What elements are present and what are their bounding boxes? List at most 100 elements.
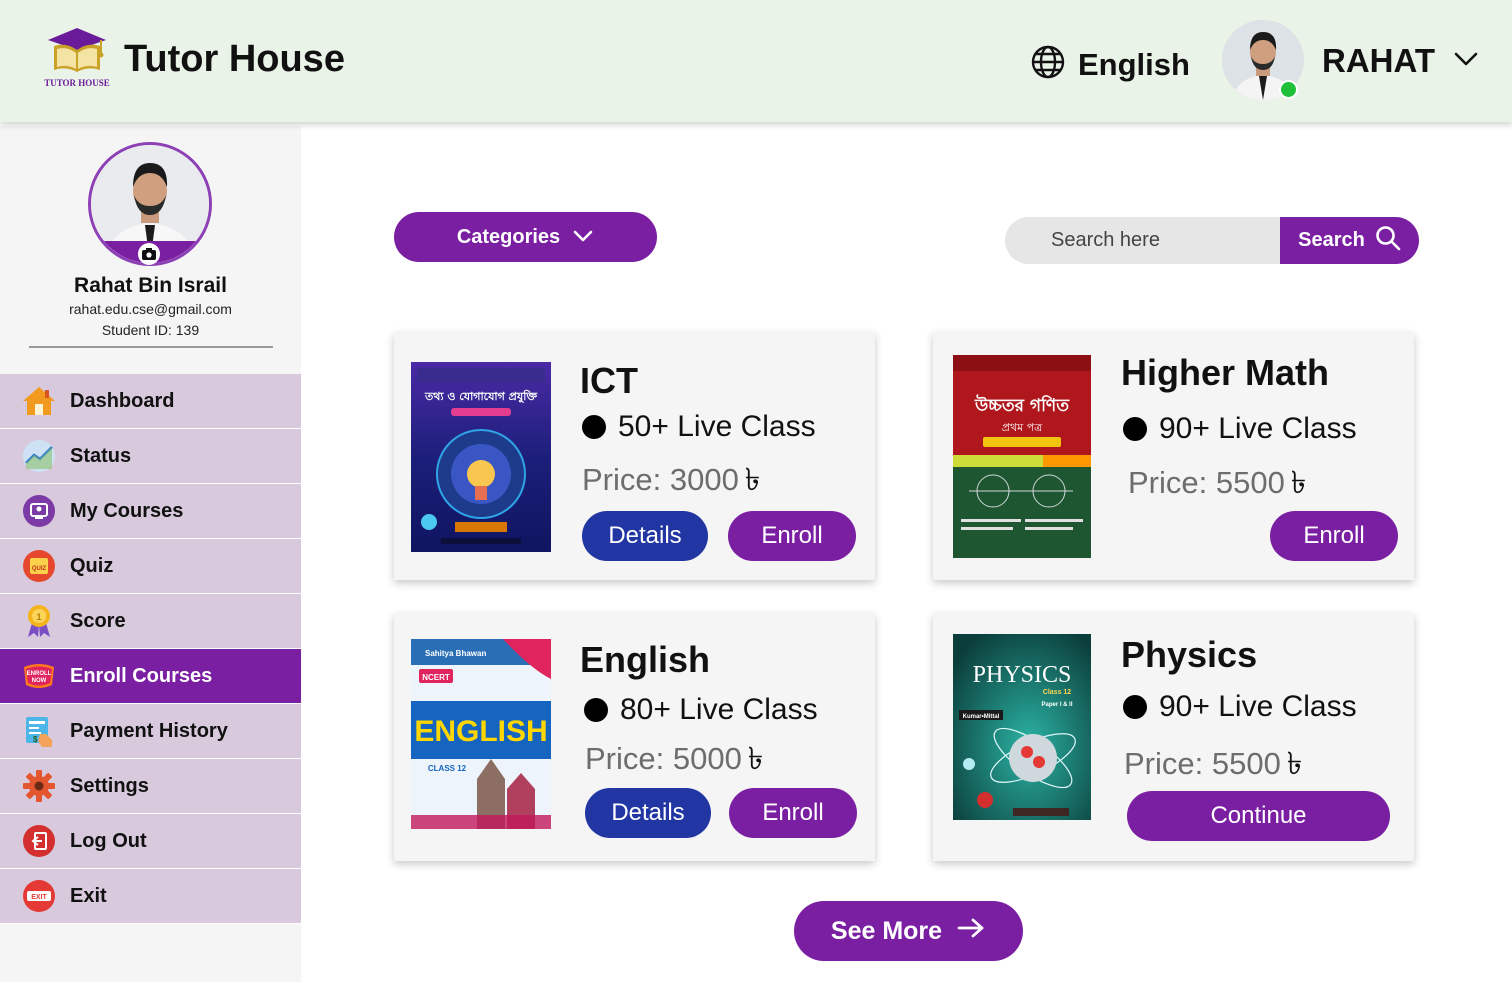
svg-text:CLASS 12: CLASS 12 <box>428 764 467 773</box>
svg-text:ENROLL: ENROLL <box>27 671 52 677</box>
price-label: Price: 5000 <box>585 741 742 776</box>
course-title: Physics <box>1121 634 1258 675</box>
details-button[interactable]: Details <box>582 511 708 561</box>
bullet-icon <box>1123 417 1147 441</box>
chevron-down-icon <box>572 226 594 249</box>
price-label: Price: 5500 <box>1124 746 1281 781</box>
course-price: Price: 5500 ৳ <box>1128 459 1306 511</box>
sidebar-item-dashboard[interactable]: Dashboard <box>0 374 301 429</box>
course-title: English <box>580 639 711 680</box>
user-menu[interactable]: RAHAT <box>1322 42 1479 80</box>
sidebar-item-label: Payment History <box>70 719 228 742</box>
svg-text:Kumar•Mittal: Kumar•Mittal <box>963 714 1000 720</box>
live-class-label: 50+ Live Class <box>618 410 816 443</box>
enroll-button[interactable]: Enroll <box>729 788 857 838</box>
exit-icon: EXIT <box>22 879 56 913</box>
sidebar-item-my-courses[interactable]: My Courses <box>0 484 301 539</box>
live-class-count: 80+ Live Class <box>584 693 818 727</box>
brand-title: Tutor House <box>124 38 345 80</box>
camera-icon[interactable] <box>138 243 160 265</box>
course-card-higher-math: উচ্চতর গণিত প্রথম পত্র Higher Math 90+ L… <box>933 332 1414 580</box>
svg-text:TUTOR HOUSE: TUTOR HOUSE <box>44 78 110 88</box>
sidebar-item-label: Dashboard <box>70 389 175 412</box>
user-name: RAHAT <box>1322 42 1436 79</box>
bullet-icon <box>1123 695 1147 719</box>
price-label: Price: 5500 <box>1128 465 1285 500</box>
bullet-icon <box>584 698 608 722</box>
course-title: ICT <box>580 360 638 401</box>
profile-divider <box>29 346 273 348</box>
language-selector[interactable]: English <box>1030 44 1190 85</box>
svg-text:প্রথম পত্র: প্রথম পত্র <box>1002 421 1043 434</box>
svg-text:1: 1 <box>36 612 41 622</box>
sidebar-item-score[interactable]: 1 Score <box>0 594 301 649</box>
enroll-button[interactable]: Enroll <box>728 511 856 561</box>
sidebar-item-payment-history[interactable]: $ Payment History <box>0 704 301 759</box>
medal-icon: 1 <box>22 604 56 638</box>
svg-text:Paper I & II: Paper I & II <box>1041 702 1072 708</box>
online-status-indicator <box>1279 80 1298 99</box>
currency-symbol: ৳ <box>1286 746 1303 781</box>
search-input[interactable] <box>1005 217 1295 264</box>
profile-name: Rahat Bin Israil <box>74 274 227 297</box>
english-book-cover: Sahitya Bhawan NCERT ENGLISH CLASS 12 <box>411 639 551 829</box>
sidebar-item-log-out[interactable]: Log Out <box>0 814 301 869</box>
sidebar-nav: Dashboard Status My Courses QUIZ Quiz 1 … <box>0 374 301 924</box>
currency-symbol: ৳ <box>744 462 761 497</box>
course-card-physics: PHYSICS Class 12 Paper I & II Kumar•Mitt… <box>933 613 1414 861</box>
svg-text:তথ্য ও যোগাযোগ প্রযুক্তি: তথ্য ও যোগাযোগ প্রযুক্তি <box>424 389 538 404</box>
see-more-label: See More <box>830 916 943 945</box>
course-price: Price: 5500 ৳ <box>1124 740 1302 792</box>
details-button[interactable]: Details <box>585 788 711 838</box>
home-icon <box>22 384 56 418</box>
sidebar-item-enroll-courses[interactable]: ENROLL NOW Enroll Courses <box>0 649 301 704</box>
sidebar-item-exit[interactable]: EXIT Exit <box>0 869 301 924</box>
course-title: Higher Math <box>1121 352 1330 393</box>
svg-text:উচ্চতর গণিত: উচ্চতর গণিত <box>974 394 1070 416</box>
bullet-icon <box>582 415 606 439</box>
sidebar-item-label: Status <box>70 444 132 467</box>
courses-icon <box>22 494 56 528</box>
sidebar-item-settings[interactable]: Settings <box>0 759 301 814</box>
profile-email: rahat.edu.cse@gmail.com <box>69 301 232 317</box>
sidebar-item-label: Settings <box>70 774 149 797</box>
currency-symbol: ৳ <box>1290 465 1307 500</box>
arrow-right-icon <box>956 917 986 946</box>
sidebar-item-label: Enroll Courses <box>70 664 213 687</box>
course-price: Price: 5000 ৳ <box>585 735 763 787</box>
live-class-label: 90+ Live Class <box>1159 690 1357 723</box>
top-header: TUTOR HOUSE Tutor House English RAHAT <box>0 0 1512 122</box>
categories-dropdown[interactable]: Categories <box>394 212 657 262</box>
live-class-count: 90+ Live Class <box>1123 412 1357 446</box>
live-class-count: 90+ Live Class <box>1123 690 1357 724</box>
search-label: Search <box>1298 229 1365 251</box>
quiz-icon: QUIZ <box>22 549 56 583</box>
higher-math-book-cover: উচ্চতর গণিত প্রথম পত্র <box>953 355 1091 558</box>
sidebar-item-label: Quiz <box>70 554 114 577</box>
svg-text:NOW: NOW <box>32 678 47 684</box>
svg-text:QUIZ: QUIZ <box>32 566 47 572</box>
svg-text:PHYSICS: PHYSICS <box>973 662 1072 688</box>
tutor-house-logo[interactable]: TUTOR HOUSE <box>40 24 114 92</box>
svg-text:NCERT: NCERT <box>422 673 450 682</box>
chevron-down-icon <box>1453 51 1479 72</box>
payment-icon: $ <box>22 714 56 748</box>
svg-text:Class 12: Class 12 <box>1043 689 1072 696</box>
continue-button[interactable]: Continue <box>1127 791 1390 841</box>
course-price: Price: 3000 ৳ <box>582 456 760 508</box>
sidebar-item-label: My Courses <box>70 499 184 522</box>
sidebar-item-quiz[interactable]: QUIZ Quiz <box>0 539 301 594</box>
categories-label: Categories <box>456 225 561 248</box>
search-button[interactable]: Search <box>1280 217 1419 264</box>
globe-icon <box>1030 44 1066 85</box>
enroll-now-icon: ENROLL NOW <box>22 659 56 693</box>
language-label: English <box>1078 46 1190 82</box>
ict-book-cover: তথ্য ও যোগাযোগ প্রযুক্তি <box>411 362 551 552</box>
logout-icon <box>22 824 56 858</box>
see-more-button[interactable]: See More <box>794 901 1023 961</box>
enroll-button[interactable]: Enroll <box>1270 511 1398 561</box>
gear-icon <box>22 769 56 803</box>
sidebar-item-label: Exit <box>70 884 107 907</box>
sidebar-item-status[interactable]: Status <box>0 429 301 484</box>
student-id: Student ID: 139 <box>101 322 200 338</box>
